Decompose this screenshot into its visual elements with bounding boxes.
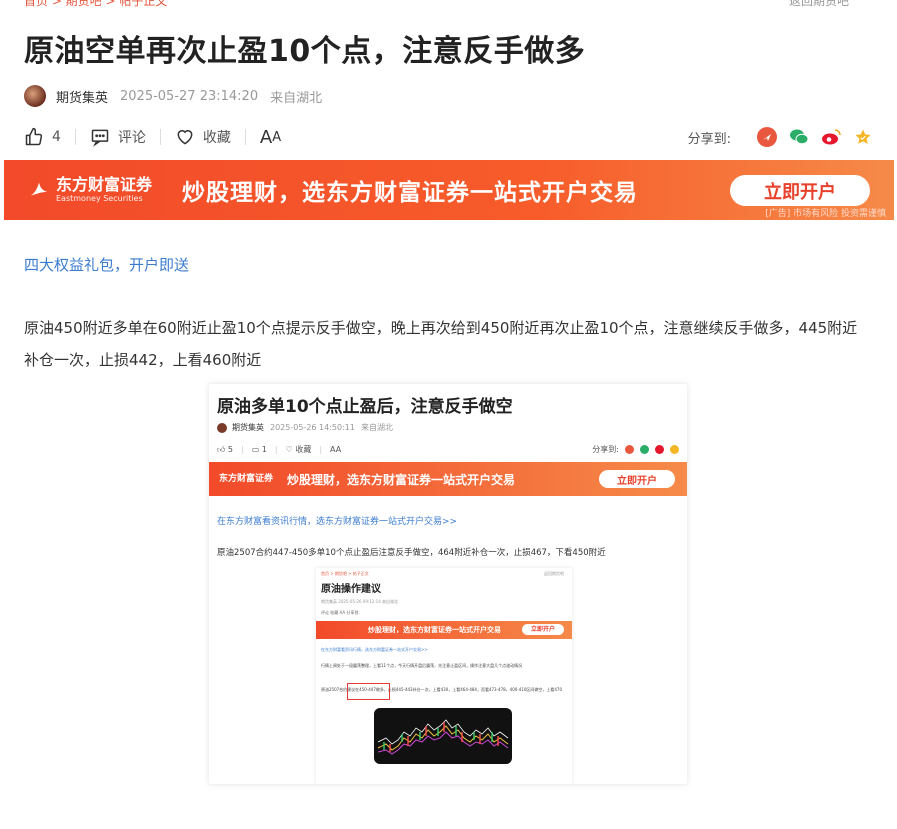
shot1-like-icon: 👍︎ (217, 444, 226, 454)
divider (159, 129, 161, 145)
shot1-star-icon (670, 445, 679, 454)
post-location: 来自湖北 (270, 90, 323, 106)
font-big-glyph: A (259, 126, 273, 148)
shot1-share: 分享到: (592, 444, 679, 455)
shot2-toolbar: 评论 收藏 AA 分享到: (321, 610, 360, 615)
shot1-likes: 5 (227, 445, 234, 454)
shot1-banner: 东方财富证券 炒股理财，选东方财富证券一站式开户交易 立即开户 (209, 462, 687, 496)
favorite-label: 收藏 (202, 130, 231, 146)
font-size-button[interactable]: AA (260, 127, 281, 148)
author-name[interactable]: 期货集英 (56, 87, 108, 106)
post-time: 2025-05-27 23:14:20 (120, 88, 259, 104)
ad-banner[interactable]: 东方财富证券 Eastmoney Securities 炒股理财，选东方财富证券… (4, 160, 894, 220)
thumbs-up-icon (25, 127, 43, 146)
comment-button[interactable]: 评论 (90, 127, 146, 147)
banner-slogan: 炒股理财，选东方财富证券一站式开户交易 (182, 180, 639, 206)
page-title: 原油空单再次止盈10个点，注意反手做多 (24, 34, 586, 69)
shot1-comments: 1 (261, 445, 267, 454)
like-count: 4 (52, 129, 61, 145)
divider (244, 129, 246, 145)
shot1-weibo-icon (655, 445, 664, 454)
shot2-breadcrumb: 首页 > 期货吧 > 帖子正文 (321, 571, 369, 576)
candlestick-chart-thumbnail (374, 708, 512, 764)
shot1-comment-icon: ▭ (251, 445, 260, 454)
shouji-share-icon[interactable] (757, 127, 777, 147)
font-small-glyph: A (272, 129, 282, 145)
shot2-paragraph-1: 行情上周处于一段震荡整理，上看11个点，今天行情开盘后震荡，先注意止盈区间，操作… (321, 663, 523, 668)
favorite-star-icon[interactable] (853, 127, 873, 147)
eastmoney-logo: 东方财富证券 Eastmoney Securities (28, 176, 152, 204)
logo-text-cn: 东方财富证券 (56, 175, 153, 194)
shot2-banner: 炒股理财，选东方财富证券一站式开户交易 立即开户 (316, 621, 572, 639)
shot1-wechat-icon (640, 445, 649, 454)
shot1-font: AA (330, 445, 342, 454)
shot1-location: 来自湖北 (360, 423, 393, 432)
share-label: 分享到: (687, 131, 731, 147)
weibo-icon[interactable] (821, 127, 841, 147)
shot1-share-icon (625, 445, 634, 454)
divider (74, 129, 76, 145)
shot1-link: 在东方财富看资讯行情，选东方财富证券一站式开户交易>> (217, 517, 458, 527)
ad-disclaimer: [广告] 市场有风险 投资需谨慎 (765, 209, 886, 219)
shot2-back: 返回期货吧 (544, 571, 564, 576)
shot1-heart-icon: ♡ (285, 445, 293, 454)
heart-icon (177, 130, 193, 145)
shot1-banner-slogan: 炒股理财，选东方财富证券一站式开户交易 (287, 472, 516, 487)
shot1-author: 期货集英 (232, 423, 264, 432)
open-account-button[interactable]: 立即开户 (730, 175, 870, 206)
shot1-toolbar: 👍︎ 5 | ▭ 1 | ♡ 收藏 | AA 分享到: (217, 444, 679, 455)
shot2-banner-button: 立即开户 (522, 624, 564, 635)
shot1-banner-logo: 东方财富证券 (219, 474, 274, 484)
shot1-banner-button: 立即开户 (599, 470, 675, 488)
shot1-text: 原油2507合约447-450多单10个点止盈后注意反手做空，464附近补仓一次… (217, 548, 606, 558)
article-meta: 期货集英 2025-05-27 23:14:20 来自湖北 (24, 84, 322, 108)
nested-screenshot: 首页 > 期货吧 > 帖子正文 返回期货吧 原油操作建议 期货集英 2025-0… (316, 568, 572, 784)
shot1-avatar (217, 422, 227, 433)
favorite-button[interactable]: 收藏 (175, 127, 231, 147)
like-button[interactable]: 4 (24, 127, 61, 147)
share-bar: 分享到: (688, 127, 873, 147)
comment-label: 评论 (117, 130, 146, 146)
embedded-screenshot[interactable]: 原油多单10个点止盈后，注意反手做空 期货集英 2025-05-26 14:50… (209, 384, 687, 784)
shot2-title: 原油操作建议 (321, 584, 381, 595)
shot1-time: 2025-05-26 14:50:11 (270, 423, 355, 432)
logo-text-en: Eastmoney Securities (56, 194, 143, 203)
shot1-meta: 期货集英 2025-05-26 14:50:11 来自湖北 (217, 422, 393, 433)
highlight-box (347, 683, 390, 700)
breadcrumb: 首页 > 期货吧 > 帖子正文 返回期货吧 (0, 0, 897, 9)
shot1-share-label: 分享到: (592, 445, 619, 454)
shot2-banner-slogan: 炒股理财，选东方财富证券一站式开户交易 (368, 626, 501, 634)
shot2-link: 在东方财富看资讯行情，选东方财富证券一站式开户交易>> (321, 647, 428, 652)
candlestick-chart-image (377, 719, 509, 755)
eastmoney-logo-icon (30, 182, 48, 196)
breadcrumb-text[interactable]: 首页 > 期货吧 > 帖子正文 (24, 0, 167, 9)
avatar[interactable] (24, 85, 46, 107)
shot1-title: 原油多单10个点止盈后，注意反手做空 (217, 397, 513, 417)
wechat-icon[interactable] (789, 127, 809, 147)
back-link[interactable]: 返回期货吧 (789, 0, 849, 9)
post-body: 原油450附近多单在60附近止盈10个点提示反手做空，晚上再次给到450附近再次… (24, 319, 858, 369)
promo-link[interactable]: 四大权益礼包，开户即送 (24, 254, 189, 275)
comment-icon (91, 129, 109, 147)
shot1-fav: 收藏 (295, 445, 312, 454)
shot2-meta: 期货集英 2025-05-26 09:12:14 来自湖北 (321, 599, 399, 604)
article-toolbar: 4 评论 收藏 AA 分享到: (24, 124, 873, 150)
